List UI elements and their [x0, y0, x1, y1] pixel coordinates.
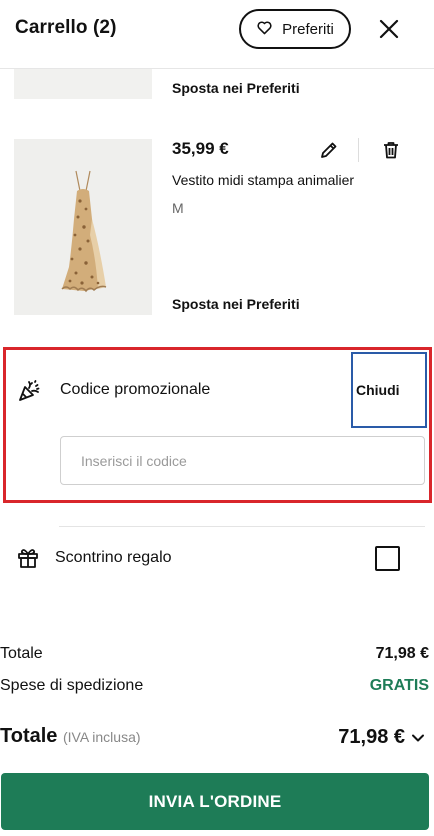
total-label-text: Totale [0, 725, 58, 747]
item-actions-divider [358, 138, 359, 162]
vat-note: (IVA inclusa) [62, 729, 141, 745]
pencil-icon [321, 142, 337, 158]
shipping-label: Spese di spedizione [0, 677, 144, 694]
item-2-name[interactable]: Vestito midi stampa animalier [172, 172, 354, 188]
promo-code-label: Codice promozionale [60, 381, 211, 398]
promo-close-button[interactable]: Chiudi [351, 352, 427, 428]
subtotal-label: Totale [0, 645, 43, 662]
shipping-value: GRATIS [369, 677, 429, 694]
item-1-thumbnail[interactable] [14, 69, 152, 99]
item-2-move-to-favorites[interactable]: Sposta nei Preferiti [172, 296, 300, 312]
close-icon [379, 19, 399, 39]
item-2-thumbnail[interactable] [14, 139, 152, 315]
cart-title: Carrello (2) [15, 17, 117, 38]
total-label: Totale (IVA inclusa) [0, 725, 141, 748]
item-2-price: 35,99 € [172, 139, 229, 158]
item-1-move-to-favorites[interactable]: Sposta nei Preferiti [172, 80, 300, 96]
gift-icon [16, 546, 40, 570]
gift-receipt-checkbox[interactable] [375, 546, 400, 571]
total-value-toggle[interactable]: 71,98 € [338, 726, 425, 749]
gift-receipt-label: Scontrino regalo [55, 549, 172, 566]
dress-image [14, 139, 152, 315]
favorites-label: Preferiti [282, 20, 334, 38]
party-popper-icon [17, 379, 41, 403]
section-divider [59, 526, 425, 527]
chevron-down-icon [412, 734, 424, 741]
favorites-button[interactable]: Preferiti [239, 9, 351, 49]
delete-item-button[interactable] [379, 138, 403, 162]
close-button[interactable] [376, 16, 402, 42]
cart-header: Carrello (2) Preferiti [0, 0, 434, 58]
place-order-button[interactable]: INVIA L'ORDINE [1, 773, 429, 830]
edit-item-button[interactable] [317, 138, 341, 162]
heart-icon [256, 19, 273, 40]
cart-drawer: Carrello (2) Preferiti Sposta nei Prefer… [0, 0, 434, 836]
promo-code-input[interactable] [60, 436, 425, 485]
trash-icon [384, 142, 398, 159]
subtotal-value: 71,98 € [375, 645, 429, 662]
total-value: 71,98 € [338, 726, 405, 748]
item-2-size: M [172, 200, 184, 216]
